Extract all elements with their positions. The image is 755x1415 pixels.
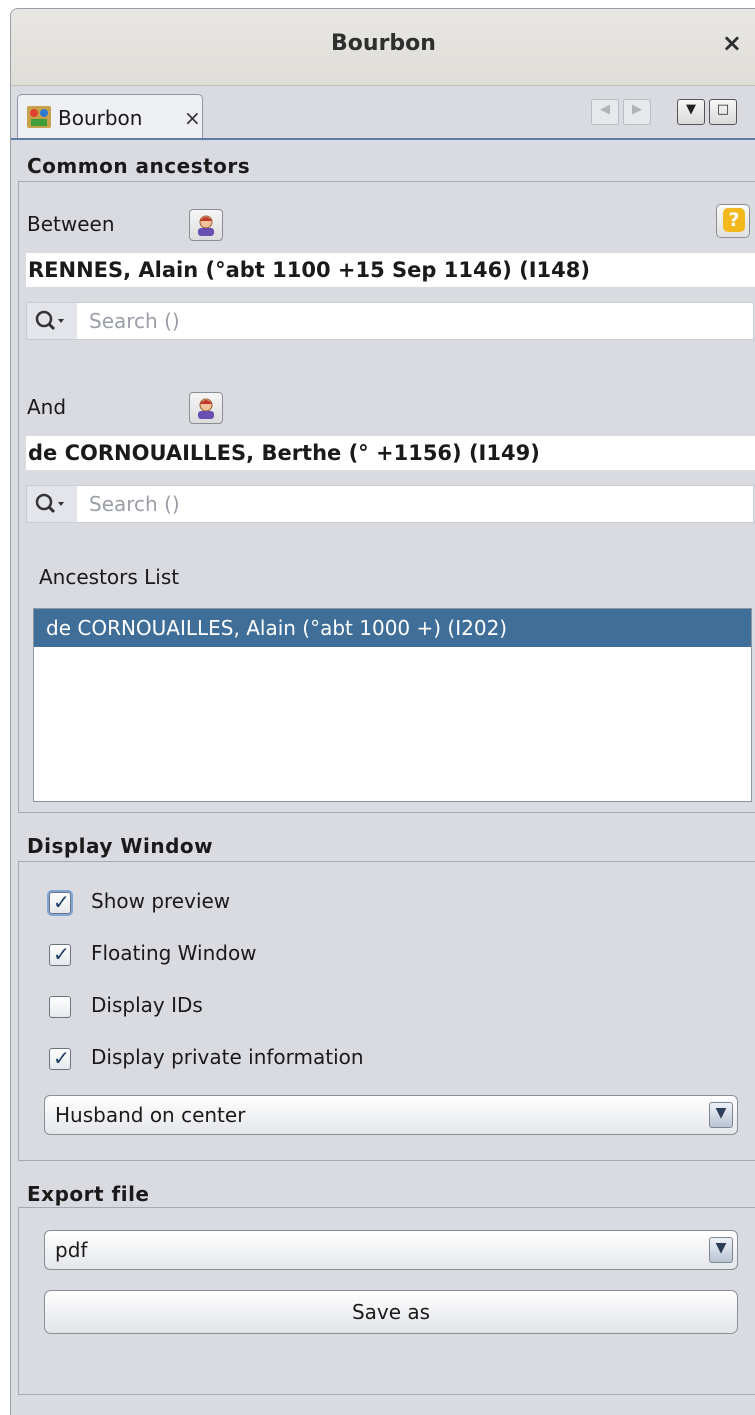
search-1-placeholder: Search () <box>89 309 180 333</box>
list-item[interactable]: de CORNOUAILLES, Alain (°abt 1000 +) (I2… <box>34 609 751 647</box>
tab-bourbon[interactable]: Bourbon × <box>17 94 203 138</box>
tree-icon <box>27 106 51 128</box>
format-select-value: pdf <box>55 1238 88 1262</box>
scroll-left-button[interactable]: ◀ <box>591 99 619 125</box>
save-as-button[interactable]: Save as <box>44 1290 738 1334</box>
common-ancestors-panel: Between ? RENNES, Alain (°abt 1100 +15 S… <box>18 181 755 813</box>
between-label: Between <box>27 212 115 236</box>
search-2-placeholder: Search () <box>89 492 180 516</box>
floating-window: Bourbon × Bourbon × ◀ ▶ ▼ □ Common ances… <box>10 8 755 1415</box>
show-preview-label: Show preview <box>91 889 231 913</box>
select-person-1-button[interactable] <box>189 209 223 241</box>
layout-select-value: Husband on center <box>55 1103 246 1127</box>
search-2-input[interactable]: Search () <box>26 485 754 523</box>
help-button[interactable]: ? <box>716 204 750 238</box>
tab-menu-button[interactable]: ▼ <box>677 99 705 125</box>
display-private-label: Display private information <box>91 1045 364 1069</box>
display-ids-label: Display IDs <box>91 993 203 1017</box>
export-file-panel: pdf ▼ Save as <box>18 1207 755 1395</box>
ancestors-list-label: Ancestors List <box>39 565 180 589</box>
floating-window-label: Floating Window <box>91 941 257 965</box>
format-select[interactable]: pdf ▼ <box>44 1230 738 1270</box>
search-1-input[interactable]: Search () <box>26 302 754 340</box>
window-title: Bourbon <box>331 31 436 56</box>
export-file-heading: Export file <box>27 1182 150 1206</box>
person-2-field: de CORNOUAILLES, Berthe (° +1156) (I149) <box>26 436 755 470</box>
tab-label: Bourbon <box>58 106 143 130</box>
person-1-field: RENNES, Alain (°abt 1100 +15 Sep 1146) (… <box>26 253 755 287</box>
select-person-2-button[interactable] <box>189 392 223 424</box>
checkbox[interactable]: ✓ <box>49 890 71 914</box>
maximize-button[interactable]: □ <box>709 99 737 125</box>
tab-close-icon[interactable]: × <box>184 106 201 130</box>
display-window-heading: Display Window <box>27 834 214 858</box>
person-icon <box>198 215 214 236</box>
search-icon[interactable] <box>27 303 77 339</box>
ancestors-list[interactable]: de CORNOUAILLES, Alain (°abt 1000 +) (I2… <box>33 608 752 802</box>
help-icon: ? <box>723 208 745 232</box>
checkbox[interactable]: ✓ <box>49 1046 71 1070</box>
layout-select[interactable]: Husband on center ▼ <box>44 1095 738 1135</box>
close-icon[interactable]: × <box>722 29 742 57</box>
dropdown-arrow-icon[interactable]: ▼ <box>709 1237 733 1263</box>
scroll-right-button[interactable]: ▶ <box>623 99 651 125</box>
and-label: And <box>27 395 67 419</box>
checkbox[interactable] <box>49 996 71 1018</box>
person-icon <box>198 398 214 419</box>
title-bar[interactable]: Bourbon × <box>11 9 755 86</box>
search-icon[interactable] <box>27 486 77 522</box>
common-ancestors-heading: Common ancestors <box>27 154 251 178</box>
dropdown-arrow-icon[interactable]: ▼ <box>709 1102 733 1128</box>
tab-bar: Bourbon × ◀ ▶ ▼ □ <box>11 86 755 140</box>
display-window-panel: ✓ Show preview ✓ Floating Window Display… <box>18 861 755 1161</box>
checkbox[interactable]: ✓ <box>49 942 71 966</box>
